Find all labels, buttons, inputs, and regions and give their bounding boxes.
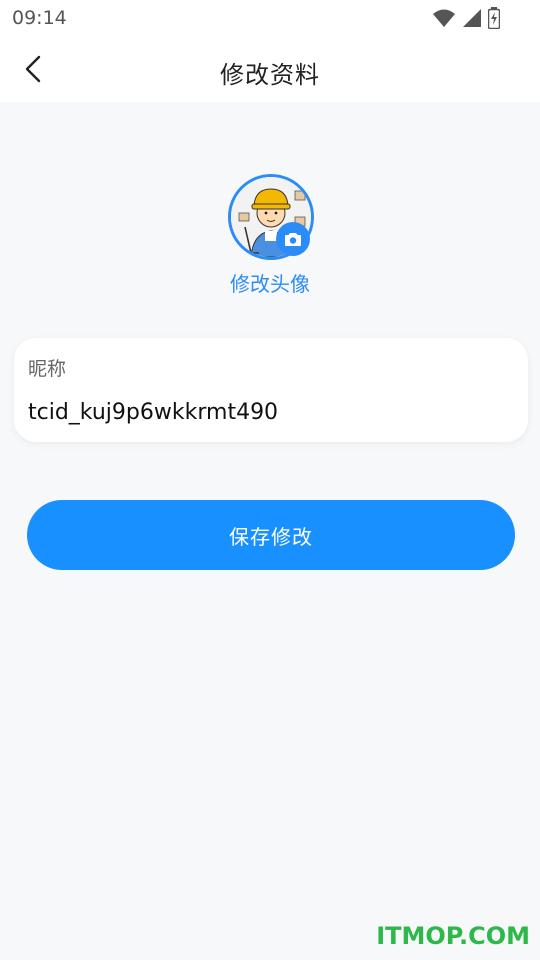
page-title: 修改资料 [220,61,320,89]
signal-icon [463,9,481,27]
camera-icon [285,233,301,246]
nav-header: 修改资料 [0,36,540,102]
change-avatar-link[interactable]: 修改头像 [0,268,540,297]
save-button[interactable]: 保存修改 [27,500,515,570]
status-time: 09:14 [12,7,67,29]
battery-charging-icon [488,7,500,29]
nickname-input[interactable] [26,396,510,428]
avatar-editor[interactable] [228,174,314,260]
watermark-logo: ITMOP.COM [376,922,530,950]
change-avatar-camera-button[interactable] [276,222,310,256]
status-icons [432,7,500,29]
nickname-card: 昵称 [14,338,528,442]
status-bar: 09:14 [0,0,540,36]
nickname-label: 昵称 [28,358,67,380]
wifi-icon [433,9,455,27]
